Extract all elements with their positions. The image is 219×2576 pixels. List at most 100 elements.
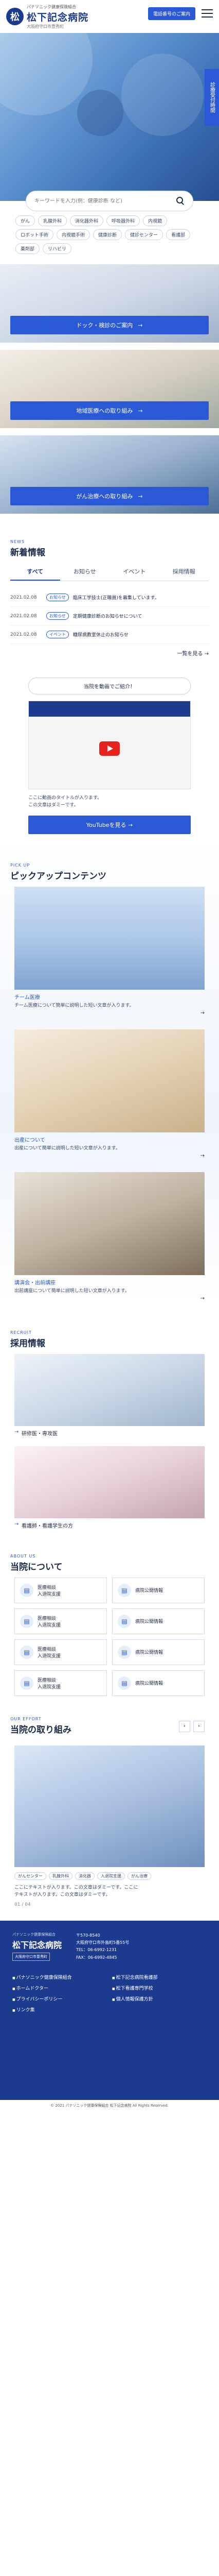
efforts-tag[interactable]: がんセンター xyxy=(14,1872,46,1880)
about-link[interactable]: ▤ 医療相談 入退院支援 xyxy=(14,1577,107,1603)
search-tag[interactable]: 健診センター xyxy=(125,229,163,240)
logo-sub: パナソニック健康保険組合 xyxy=(27,4,76,9)
news-item[interactable]: 2021.02.08 お知らせ 定期健康診断のお知らせについて xyxy=(10,607,209,625)
pickup-image xyxy=(14,1029,205,1132)
about-link[interactable]: ▤ 医療相談 入退院支援 xyxy=(14,1670,107,1696)
footer-fax: FAX：06-6992-4845 xyxy=(76,1955,117,1960)
search-tag[interactable]: がん xyxy=(15,215,35,226)
about-link-label: 医療相談 入退院支援 xyxy=(38,1585,61,1597)
pickup-card[interactable]: 出産について 出産について簡単に説明した短い文章が入ります。 → xyxy=(14,1029,205,1159)
tab-notice[interactable]: お知らせ xyxy=(60,563,110,581)
youtube-button[interactable]: YouTubeを見る → xyxy=(28,815,191,834)
efforts-desc-line: テキストが入ります。この文章はダミーです。 xyxy=(14,1892,111,1898)
chevron-left-icon[interactable]: ‹ xyxy=(179,1720,190,1732)
pickup-kicker: PICK UP xyxy=(10,862,30,868)
footer-logo[interactable]: パナソニック健康保険組合 松下記念病院 大阪府守口市豊秀町 xyxy=(12,1932,62,1962)
footer-tel[interactable]: TEL：06-6992-1231 xyxy=(76,1946,129,1954)
news-text: 臨床工学技士(正職員)を募集しています。 xyxy=(72,596,159,601)
play-icon[interactable] xyxy=(99,741,120,756)
efforts-tag[interactable]: がん治療 xyxy=(127,1872,151,1880)
search-wrapper xyxy=(0,191,219,211)
phone-guide-button[interactable]: 電話番号のご案内 xyxy=(148,7,195,20)
about-link[interactable]: ▤ 医療相談 入退院支援 xyxy=(14,1639,107,1665)
banner-checkup[interactable]: ドック・検診のご案内 → xyxy=(0,264,219,343)
document-icon: ▤ xyxy=(20,1614,33,1628)
chevron-right-icon[interactable]: › xyxy=(193,1720,205,1732)
search-icon[interactable] xyxy=(176,197,185,205)
banner-label: がん治療への取り組み xyxy=(76,493,133,500)
news-item[interactable]: 2021.02.08 お知らせ 臨床工学技士(正職員)を募集しています。 xyxy=(10,588,209,607)
news-text: 定期健康診断のお知らせについて xyxy=(72,614,142,619)
footer-top: パナソニック健康保険組合 松下記念病院 大阪府守口市豊秀町 〒570-8540 … xyxy=(12,1932,207,1962)
search-tag[interactable]: リハビリ xyxy=(43,243,72,254)
search-tag[interactable]: 乳腺外科 xyxy=(38,215,67,226)
about-link[interactable]: ▤ 病院公開情報 xyxy=(112,1577,205,1603)
efforts-tag[interactable]: 入退院支援 xyxy=(97,1872,125,1880)
logo-main: 松下記念病院 xyxy=(27,11,89,23)
banner-community[interactable]: 地域医療への取り組み → xyxy=(0,350,219,428)
pickup-card[interactable]: 講演会・出前講座 出前講座について簡単に説明した短い文章が入ります。 → xyxy=(14,1172,205,1301)
about-link[interactable]: ▤ 病院公開情報 xyxy=(112,1639,205,1665)
news-more-link[interactable]: 一覧を見る → xyxy=(0,644,219,662)
efforts-tags: がんセンター 乳腺外科 消化器 入退院支援 がん治療 xyxy=(14,1872,205,1880)
document-icon: ▤ xyxy=(118,1676,131,1690)
footer-link[interactable]: 松下記念病院看護部 xyxy=(112,1974,207,1980)
tab-all[interactable]: すべて xyxy=(10,563,60,581)
menu-icon[interactable] xyxy=(202,9,213,20)
banner-cancer-button[interactable]: がん治療への取り組み → xyxy=(10,487,209,505)
search-tag[interactable]: 消化器外科 xyxy=(70,215,104,226)
footer-link[interactable]: 個人情報保護方針 xyxy=(112,1995,207,2002)
search-tag[interactable]: 健康診断 xyxy=(93,229,122,240)
efforts-tag[interactable]: 消化器 xyxy=(75,1872,95,1880)
about-link-label: 医療相談 入退院支援 xyxy=(38,1616,61,1628)
news-section: NEWS 新着情報 すべて お知らせ イベント 採用情報 2021.02.08 … xyxy=(0,526,219,662)
video-desc-line: ここに動画のタイトルが入ります。 xyxy=(28,795,102,801)
search-tag[interactable]: 内視鏡 xyxy=(143,215,168,226)
footer-link[interactable]: 松下看護専門学校 xyxy=(112,1985,207,1991)
feature-banners: ドック・検診のご案内 → 地域医療への取り組み → がん治療への取り組み → xyxy=(0,254,219,526)
pickup-desc: 出前講座について簡単に説明した短い文章が入ります。 xyxy=(14,1288,130,1294)
footer-postal: 〒570-8540 xyxy=(76,1933,100,1938)
about-link[interactable]: ▤ 病院公開情報 xyxy=(112,1670,205,1696)
logo-mark[interactable]: 松 xyxy=(6,8,24,25)
tab-event[interactable]: イベント xyxy=(110,563,159,581)
document-icon: ▤ xyxy=(20,1645,33,1659)
about-grid: ▤ 医療相談 入退院支援 ▤ 病院公開情報 ▤ 医療相談 入退院支援 ▤ 病院公開情報 … xyxy=(14,1577,205,1696)
search-tag[interactable]: 呼吸器外科 xyxy=(106,215,140,226)
banner-checkup-button[interactable]: ドック・検診のご案内 → xyxy=(10,316,209,334)
search-tag[interactable]: 看護部 xyxy=(166,229,191,240)
logo-text[interactable]: パナソニック健康保険組合 松下記念病院 大阪府守口市豊秀町 xyxy=(27,4,88,29)
document-icon: ▤ xyxy=(20,1583,33,1597)
about-link[interactable]: ▤ 医療相談 入退院支援 xyxy=(14,1608,107,1634)
footer-links: パナソニック健康保険組合 松下記念病院看護部 ホームドクター 松下看護専門学校 … xyxy=(12,1974,207,2013)
tab-recruit[interactable]: 採用情報 xyxy=(159,563,209,581)
site-footer: パナソニック健康保険組合 松下記念病院 大阪府守口市豊秀町 〒570-8540 … xyxy=(0,1920,219,2111)
logo-char: 松 xyxy=(10,12,20,23)
footer-link[interactable]: ホームドクター xyxy=(12,1985,107,1991)
video-block: 当院を動画でご紹介！ ここに動画のタイトルが入ります。 この文章はダミーです。 … xyxy=(28,677,191,834)
search-tag[interactable]: 内視鏡手術 xyxy=(57,229,90,240)
banner-label: 地域医療への取り組み xyxy=(76,408,133,414)
search-input[interactable] xyxy=(34,198,176,204)
efforts-desc-line: ここにテキストが入ります。この文章はダミーです。ここに xyxy=(14,1885,138,1890)
news-item[interactable]: 2021.02.08 イベント 糖尿病教室休止のお知らせ xyxy=(10,625,209,644)
about-link[interactable]: ▤ 病院公開情報 xyxy=(112,1608,205,1634)
search-box xyxy=(26,191,193,211)
news-text: 糖尿病教室休止のお知らせ xyxy=(73,633,129,638)
recruit-image xyxy=(14,1446,205,1518)
banner-cancer[interactable]: がん治療への取り組み → xyxy=(0,435,219,514)
search-tag[interactable]: ロボット手術 xyxy=(15,229,54,240)
video-thumbnail[interactable] xyxy=(28,701,191,789)
pickup-card[interactable]: チーム医療 チーム医療について簡単に説明した短い文章が入ります。 → xyxy=(14,886,205,1016)
efforts-image[interactable] xyxy=(14,1745,205,1867)
search-tag[interactable]: 薬剤部 xyxy=(15,243,40,254)
efforts-tag[interactable]: 乳腺外科 xyxy=(49,1872,72,1880)
footer-link[interactable]: プライバシーポリシー xyxy=(12,1995,107,2002)
reception-hours-tab[interactable]: 診療受付時間 xyxy=(205,69,219,126)
footer-link[interactable]: パナソニック健康保険組合 xyxy=(12,1974,107,1980)
footer-link[interactable]: リンク集 xyxy=(12,2006,107,2013)
recruit-card-residents[interactable]: 研修医・専攻医 xyxy=(14,1353,205,1437)
banner-community-button[interactable]: 地域医療への取り組み → xyxy=(10,401,209,420)
about-kicker: ABOUT US xyxy=(10,1553,36,1558)
recruit-card-nurses[interactable]: 看護師・看護学生の方 xyxy=(14,1446,205,1529)
